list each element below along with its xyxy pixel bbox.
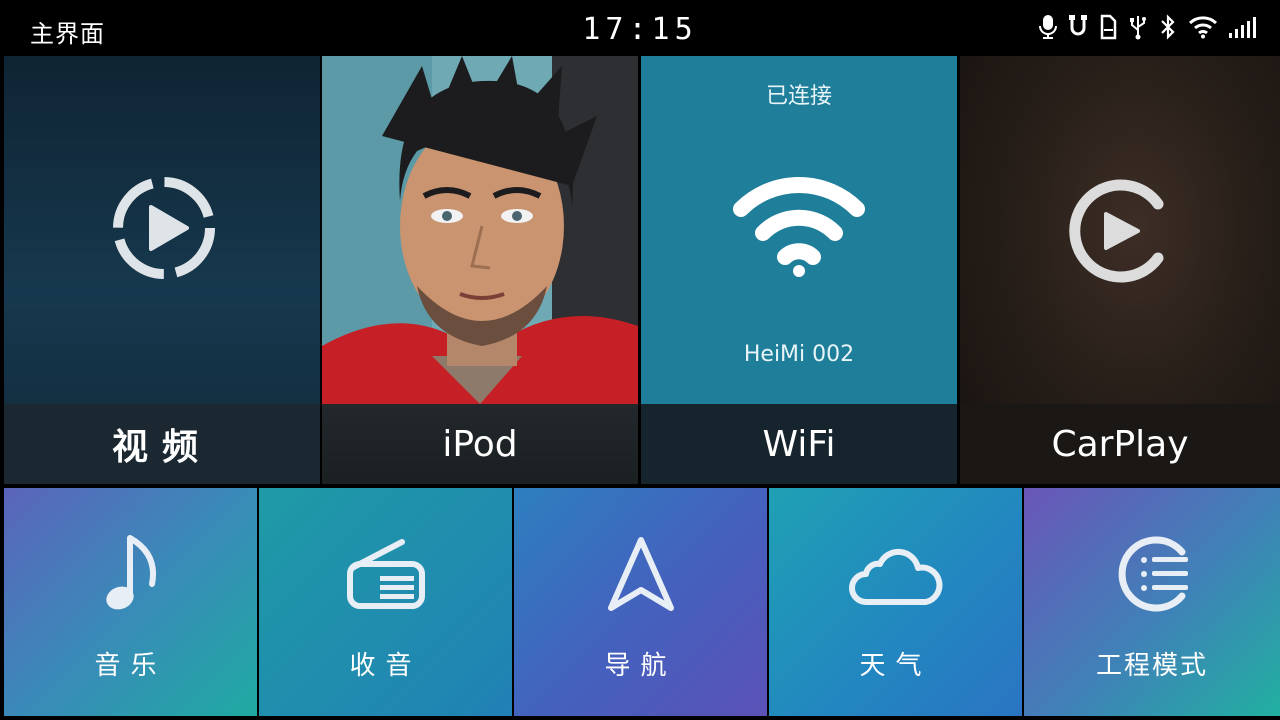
usb-icon [1128,14,1148,44]
settings-list-icon [1024,532,1280,616]
music-note-icon [4,532,257,616]
radio-label: 收音 [349,651,422,681]
navigation-tile[interactable]: 导航 [514,488,767,716]
status-bar: 主界面 17:15 [0,0,1280,56]
wifi-signal-icon [1188,15,1218,43]
ipod-label: iPod [322,404,638,484]
carplay-label: CarPlay [960,404,1280,484]
engineering-mode-tile[interactable]: 工程模式 [1024,488,1280,716]
bluetooth-icon [1158,14,1178,44]
video-label: 视频 [4,404,320,484]
album-art [322,56,638,404]
sd-card-icon [1098,14,1118,44]
music-tile[interactable]: 音乐 [4,488,257,716]
microphone-icon [1038,14,1058,44]
ipod-tile[interactable]: iPod [322,56,638,484]
radio-icon [259,532,512,616]
weather-label: 天气 [859,651,932,681]
engineering-mode-label: 工程模式 [1095,651,1208,681]
status-icons [1038,14,1256,44]
wifi-tile[interactable]: 已连接 HeiMi 002 WiFi [641,56,957,484]
radio-tile[interactable]: 收音 [259,488,512,716]
carplay-play-icon [1062,174,1172,292]
cloud-icon [769,532,1022,616]
navigation-arrow-icon [514,532,767,616]
carplay-tile[interactable]: CarPlay [960,56,1280,484]
wifi-status: 已连接 [765,84,832,109]
video-tile[interactable]: 视频 [4,56,320,484]
wifi-ssid: HeiMi 002 [743,342,855,367]
wifi-label: WiFi [641,404,957,484]
navigation-label: 导航 [604,651,677,681]
usb-connection-icon [1068,14,1088,44]
wifi-icon [731,171,867,285]
weather-tile[interactable]: 天气 [769,488,1022,716]
music-label: 音乐 [94,651,167,681]
cell-signal-icon [1228,15,1256,43]
play-circle-icon [107,171,221,289]
